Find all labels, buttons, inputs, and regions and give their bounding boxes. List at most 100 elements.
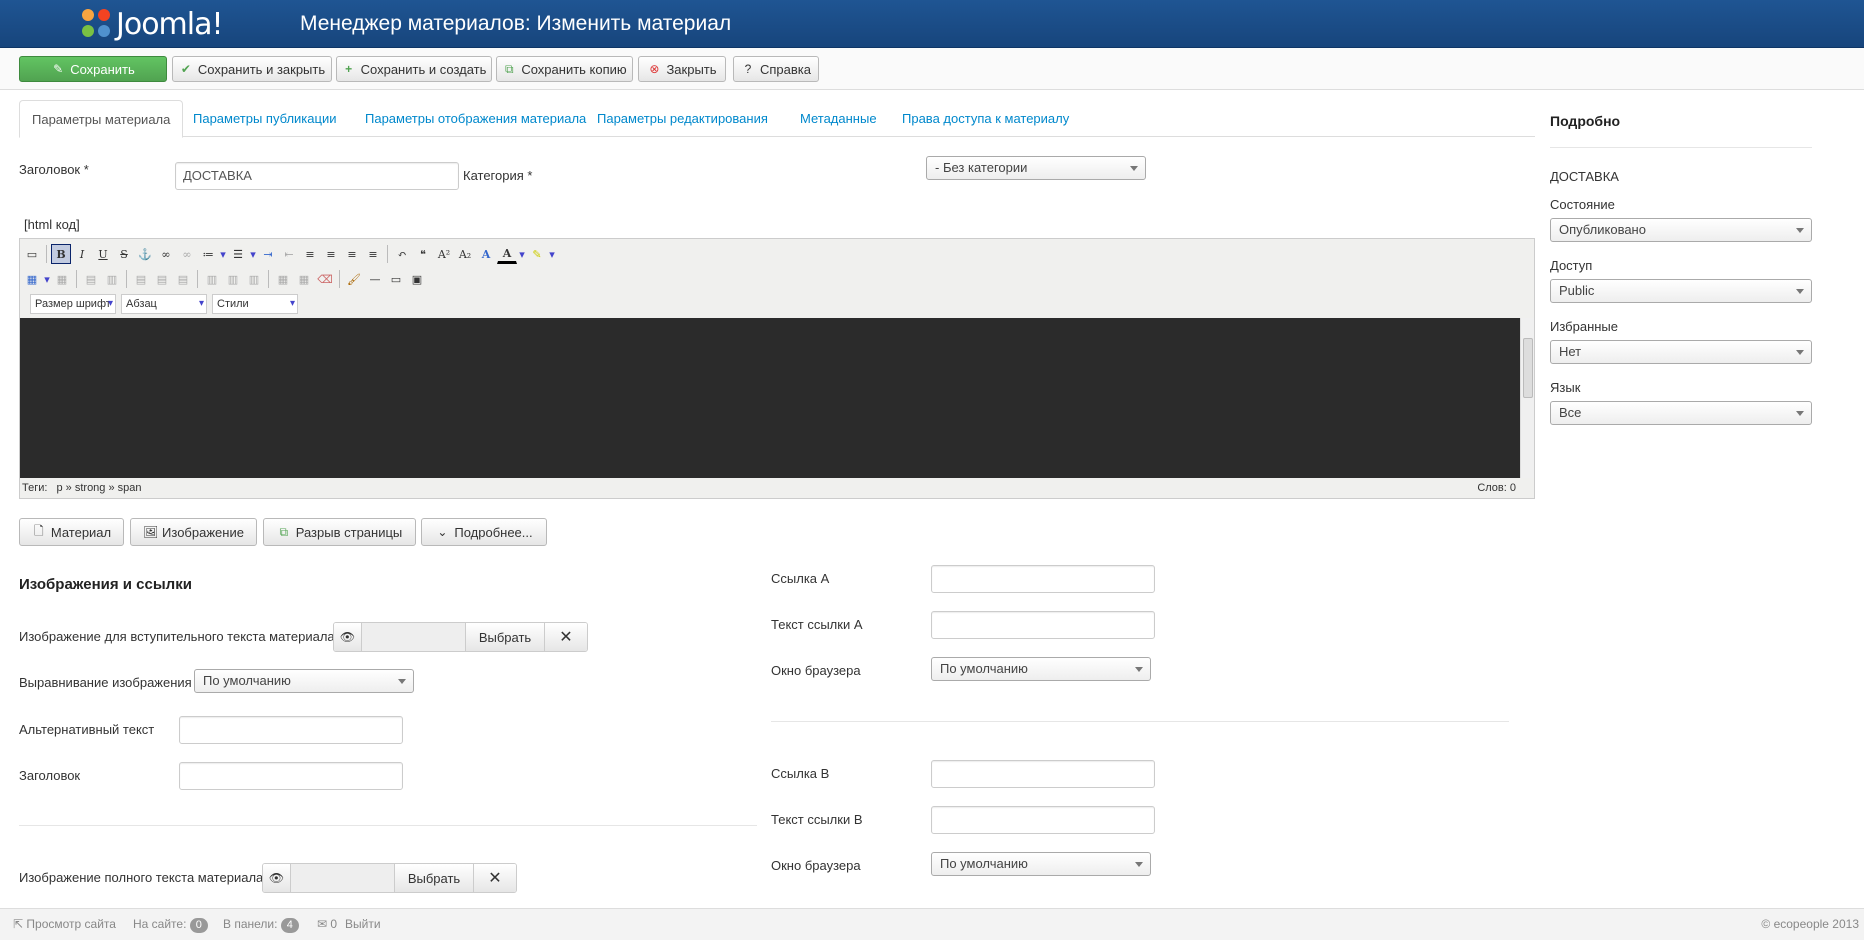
italic-icon[interactable]: I xyxy=(72,244,92,264)
clear-icon[interactable]: ✕ xyxy=(545,623,587,651)
align-justify-icon[interactable]: ≡ xyxy=(300,244,320,264)
insert-readmore-button[interactable]: ⌄ Подробнее... xyxy=(421,518,547,546)
row-after-icon[interactable]: ▤ xyxy=(152,269,172,289)
category-select[interactable]: - Без категории xyxy=(926,156,1146,180)
save-button[interactable]: ✎ Сохранить xyxy=(19,56,167,82)
styles-select[interactable]: Стили xyxy=(212,294,298,314)
insert-article-button[interactable]: 🗋 Материал xyxy=(19,518,124,546)
row-props-icon[interactable]: ▤ xyxy=(81,269,101,289)
highlight-icon[interactable]: ✎ xyxy=(527,244,547,264)
format-select[interactable]: Абзац xyxy=(121,294,207,314)
eye-icon[interactable]: 👁 xyxy=(334,623,362,651)
copyright: © ecopeople 2013 xyxy=(1761,917,1859,931)
link-b-input[interactable] xyxy=(931,760,1155,788)
alt-text-input[interactable] xyxy=(179,716,403,744)
logout-link[interactable]: Выйти xyxy=(345,917,381,931)
language-select[interactable]: Все xyxy=(1550,401,1812,425)
image-align-select[interactable]: По умолчанию xyxy=(194,669,414,693)
font-size-select[interactable]: Размер шрифт xyxy=(30,294,116,314)
tab-editing[interactable]: Параметры редактирования xyxy=(585,100,780,137)
save-new-button[interactable]: + Сохранить и создать xyxy=(336,56,492,82)
delete-col-icon[interactable]: ▥ xyxy=(244,269,264,289)
blockquote-icon[interactable]: ❝ xyxy=(413,244,433,264)
chevron-down-icon[interactable]: ▾ xyxy=(518,244,526,264)
full-image-picker: 👁 Выбрать ✕ xyxy=(262,863,517,893)
images-links-heading: Изображения и ссылки xyxy=(19,576,192,593)
chevron-down-icon[interactable]: ▾ xyxy=(249,244,257,264)
tab-permissions[interactable]: Права доступа к материалу xyxy=(890,100,1081,137)
row-before-icon[interactable]: ▤ xyxy=(131,269,151,289)
col-before-icon[interactable]: ▥ xyxy=(202,269,222,289)
tab-metadata[interactable]: Метаданные xyxy=(788,100,889,137)
close-button[interactable]: ⊗ Закрыть xyxy=(638,56,726,82)
eye-icon[interactable]: 👁 xyxy=(263,864,291,892)
copy-icon: ⧉ xyxy=(279,524,289,539)
align-left-icon[interactable]: ≡ xyxy=(342,244,362,264)
superscript-icon[interactable]: A² xyxy=(434,244,454,264)
window-a-select[interactable]: По умолчанию xyxy=(931,657,1151,681)
unlink-icon[interactable]: ∞ xyxy=(177,244,197,264)
anchor-icon[interactable]: ⚓ xyxy=(135,244,155,264)
in-panel-badge: 4 xyxy=(280,918,299,933)
link-a-input[interactable] xyxy=(931,565,1155,593)
col-after-icon[interactable]: ▥ xyxy=(223,269,243,289)
eraser-icon[interactable]: ⌫ xyxy=(315,269,335,289)
delete-row-icon[interactable]: ▤ xyxy=(173,269,193,289)
split-cells-icon[interactable]: ▦ xyxy=(273,269,293,289)
insert-image-button[interactable]: 🖼 Изображение xyxy=(130,518,257,546)
bullet-list-icon[interactable]: ☰ xyxy=(228,244,248,264)
intro-image-select-button[interactable]: Выбрать xyxy=(465,623,545,651)
cleanup-brush-icon[interactable]: 🖌 xyxy=(344,269,364,289)
align-right-icon[interactable]: ≡ xyxy=(363,244,383,264)
undo-icon[interactable]: ↶ xyxy=(392,244,412,264)
underline-icon[interactable]: U xyxy=(93,244,113,264)
merge-cells-icon[interactable]: ▦ xyxy=(294,269,314,289)
html-code-toggle[interactable]: [html код] xyxy=(24,217,80,232)
strikethrough-icon[interactable]: S xyxy=(114,244,134,264)
editor-scrollbar[interactable] xyxy=(1520,318,1534,478)
pagebreak-icon[interactable]: ▭ xyxy=(386,269,406,289)
window-b-select[interactable]: По умолчанию xyxy=(931,852,1151,876)
ordered-list-icon[interactable]: ≔ xyxy=(198,244,218,264)
tab-publishing[interactable]: Параметры публикации xyxy=(181,100,348,137)
tab-article-params[interactable]: Параметры материала xyxy=(19,100,184,138)
delete-table-icon[interactable]: ▦ xyxy=(52,269,72,289)
table-icon[interactable]: ▦ xyxy=(22,269,42,289)
link-a-text-input[interactable] xyxy=(931,611,1155,639)
outdent-icon[interactable]: ⇤ xyxy=(279,244,299,264)
insert-pagebreak-button[interactable]: ⧉ Разрыв страницы xyxy=(263,518,416,546)
editor-path[interactable]: p » strong » span xyxy=(57,482,142,494)
page-title: Менеджер материалов: Изменить материал xyxy=(300,12,732,35)
clear-icon[interactable]: ✕ xyxy=(474,864,516,892)
bold-icon[interactable]: B xyxy=(51,244,71,264)
view-site-link[interactable]: ⇱ Просмотр сайта xyxy=(13,917,116,931)
full-image-select-button[interactable]: Выбрать xyxy=(394,864,474,892)
messages-link[interactable]: ✉ 0 xyxy=(317,917,337,931)
title-input[interactable]: ДОСТАВКА xyxy=(175,162,459,190)
link-b-text-input[interactable] xyxy=(931,806,1155,834)
intro-image-picker: 👁 Выбрать ✕ xyxy=(333,622,588,652)
editor-content-area[interactable] xyxy=(20,318,1520,478)
editor-image-icon[interactable]: ▭ xyxy=(22,244,42,264)
chevron-down-icon[interactable]: ▾ xyxy=(219,244,227,264)
chevron-down-icon[interactable]: ▾ xyxy=(43,269,51,289)
subscript-icon[interactable]: A₂ xyxy=(455,244,475,264)
chevron-down-icon[interactable]: ▾ xyxy=(548,244,556,264)
save-copy-button[interactable]: ⧉ Сохранить копию xyxy=(496,56,633,82)
align-center-icon[interactable]: ≡ xyxy=(321,244,341,264)
horizontal-rule-icon[interactable]: — xyxy=(365,269,385,289)
caption-input[interactable] xyxy=(179,762,403,790)
text-color-icon[interactable]: A xyxy=(497,244,517,264)
featured-select[interactable]: Нет xyxy=(1550,340,1812,364)
save-close-button[interactable]: ✔ Сохранить и закрыть xyxy=(172,56,332,82)
link-icon[interactable]: ∞ xyxy=(156,244,176,264)
remove-format-icon[interactable]: A xyxy=(476,244,496,264)
indent-icon[interactable]: ⇥ xyxy=(258,244,278,264)
help-button[interactable]: ? Справка xyxy=(733,56,819,82)
access-select[interactable]: Public xyxy=(1550,279,1812,303)
state-select[interactable]: Опубликовано xyxy=(1550,218,1812,242)
fullscreen-icon[interactable]: ▣ xyxy=(407,269,427,289)
joomla-logo[interactable]: Joomla! xyxy=(82,4,224,44)
tab-display[interactable]: Параметры отображения материала xyxy=(353,100,598,137)
cell-props-icon[interactable]: ▥ xyxy=(102,269,122,289)
